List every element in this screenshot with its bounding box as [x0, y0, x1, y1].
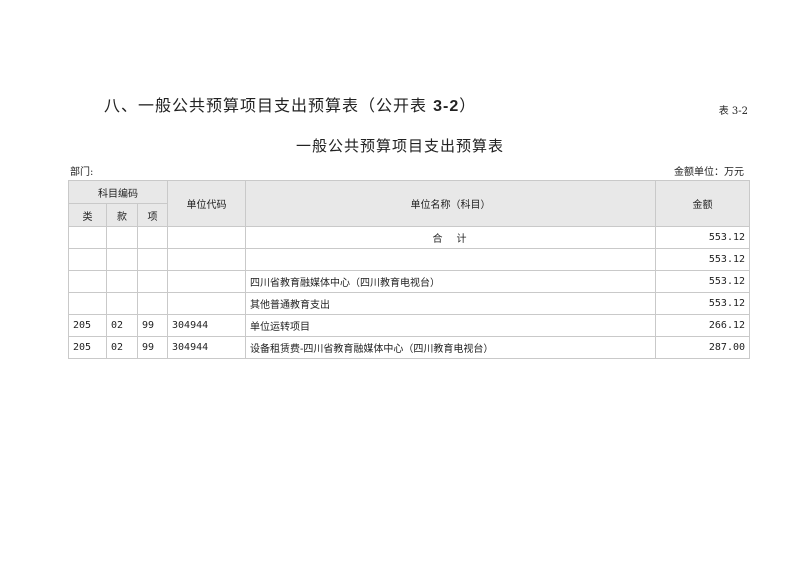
cell-item: 99 [136, 336, 169, 359]
table-row: 其他普通教育支出 553.12 [68, 292, 751, 315]
table-title: 一般公共预算项目支出预算表 [295, 137, 504, 155]
cell-amount: 553.12 [655, 270, 751, 293]
cell-unit-code: 304944 [167, 336, 247, 359]
header-row-1: 科目编码 单位代码 单位名称（科目） 金额 [67, 180, 751, 227]
cell-amount: 266.12 [655, 314, 751, 337]
header-unit-name: 单位名称（科目） [245, 180, 657, 227]
cell-class: 205 [68, 314, 107, 337]
cell-item [136, 270, 169, 293]
cell-section [106, 248, 138, 271]
cell-item [136, 248, 169, 271]
cell-amount: 287.00 [655, 336, 751, 359]
cell-unit-name: 其他普通教育支出 [245, 292, 657, 315]
cell-unit-name [245, 248, 657, 271]
header-amount: 金额 [655, 180, 751, 227]
amount-unit-label: 金额单位：万元 [674, 167, 744, 178]
cell-class [68, 248, 107, 271]
cell-amount: 553.12 [655, 226, 751, 249]
section-heading-prefix: 八、一般公共预算项目支出预算表（公开表 [104, 96, 434, 115]
cell-section: 02 [106, 314, 138, 337]
cell-unit-code [167, 270, 247, 293]
table-row: 553.12 [68, 248, 751, 271]
header-item: 项 [136, 203, 169, 227]
table-row: 205 02 99 304944 单位运转项目 266.12 [68, 314, 751, 337]
header-subject-code: 科目编码 [67, 180, 169, 204]
header-class: 类 [68, 203, 107, 227]
cell-class [68, 292, 107, 315]
cell-unit-code [167, 292, 247, 315]
table-row: 205 02 99 304944 设备租赁费-四川省教育融媒体中心（四川教育电视… [68, 336, 751, 359]
cell-section [106, 226, 138, 249]
cell-item [136, 226, 169, 249]
cell-class: 205 [68, 336, 107, 359]
cell-amount: 553.12 [655, 292, 751, 315]
cell-unit-code [167, 248, 247, 271]
cell-section [106, 292, 138, 315]
section-heading: 八、一般公共预算项目支出预算表（公开表 3-2） [104, 92, 476, 116]
table-number: 表 3-2 [718, 106, 748, 117]
cell-item: 99 [136, 314, 169, 337]
table-row: 四川省教育融媒体中心（四川教育电视台） 553.12 [68, 270, 751, 293]
table-row-total: 合 计 553.12 [68, 226, 751, 249]
cell-class [68, 270, 107, 293]
cell-unit-name: 设备租赁费-四川省教育融媒体中心（四川教育电视台） [245, 336, 657, 359]
header-section: 款 [106, 203, 138, 227]
cell-unit-code [167, 226, 247, 249]
cell-item [136, 292, 169, 315]
cell-unit-code: 304944 [167, 314, 247, 337]
cell-unit-name: 四川省教育融媒体中心（四川教育电视台） [245, 270, 657, 293]
cell-class [68, 226, 107, 249]
header-unit-code: 单位代码 [167, 180, 247, 227]
cell-unit-name: 单位运转项目 [245, 314, 657, 337]
department-label: 部门: [70, 167, 94, 178]
cell-total-label: 合 计 [245, 226, 657, 249]
cell-section [106, 270, 138, 293]
budget-table: 科目编码 单位代码 单位名称（科目） 金额 类 款 项 合 计 553.12 5… [67, 180, 751, 359]
section-heading-suffix: ） [459, 96, 477, 115]
section-heading-code: 3-2 [433, 98, 460, 115]
cell-section: 02 [106, 336, 138, 359]
cell-amount: 553.12 [655, 248, 751, 271]
